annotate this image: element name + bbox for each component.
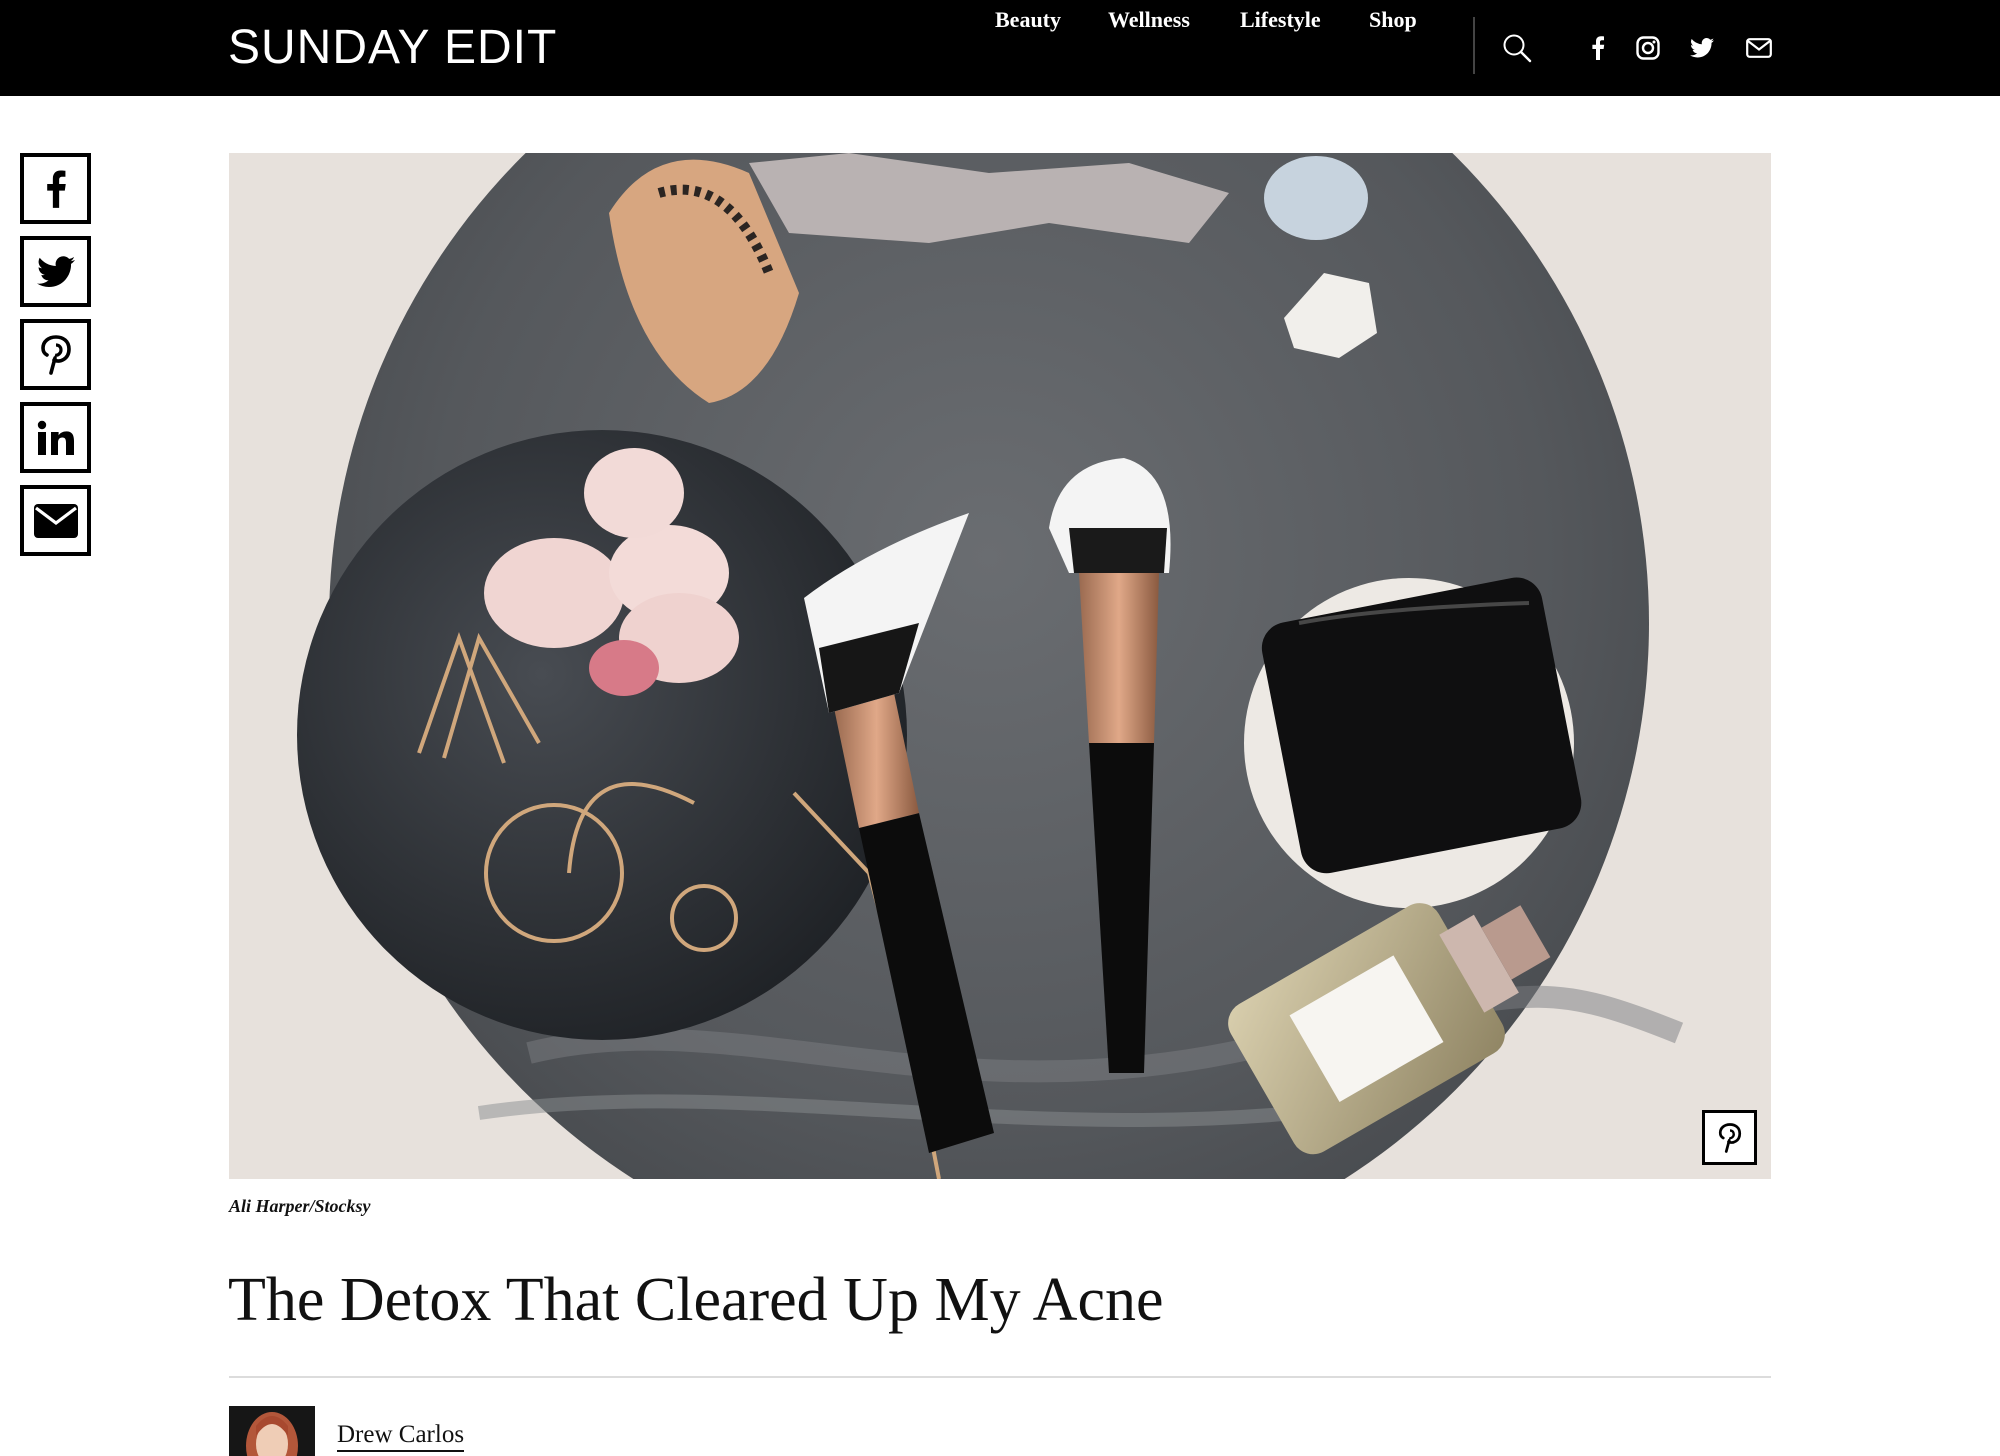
- share-twitter-button[interactable]: [20, 236, 91, 307]
- share-facebook-button[interactable]: [20, 153, 91, 224]
- share-pinterest-button[interactable]: [20, 319, 91, 390]
- compact: [1261, 577, 1582, 874]
- share-linkedin-button[interactable]: [20, 402, 91, 473]
- nav-item-shop[interactable]: Shop: [1369, 0, 1417, 40]
- hero-image: [229, 153, 1771, 1179]
- pinterest-icon: [40, 334, 71, 375]
- pinterest-icon: [1718, 1122, 1741, 1153]
- facebook-icon[interactable]: [1580, 30, 1616, 66]
- share-email-button[interactable]: [20, 485, 91, 556]
- nav-item-lifestyle[interactable]: Lifestyle: [1240, 0, 1321, 40]
- site-logo[interactable]: SUNDAY EDIT: [228, 20, 557, 76]
- stone-blue: [1264, 156, 1368, 240]
- hero-illustration: [297, 153, 1684, 1179]
- photo-credit: Ali Harper/Stocksy: [229, 1196, 371, 1216]
- hero-pin-button[interactable]: [1702, 1110, 1757, 1165]
- twitter-icon[interactable]: [1684, 30, 1720, 66]
- divider: [229, 1376, 1771, 1378]
- mail-icon[interactable]: [1741, 30, 1777, 66]
- instagram-icon[interactable]: [1630, 30, 1666, 66]
- mail-icon: [33, 503, 78, 538]
- author-avatar[interactable]: [229, 1406, 315, 1456]
- author-name-link[interactable]: Drew Carlos: [337, 1418, 465, 1452]
- search-icon[interactable]: [1499, 30, 1535, 66]
- site-header: SUNDAY EDIT Beauty Wellness Lifestyle Sh…: [0, 0, 2000, 96]
- nav-item-beauty[interactable]: Beauty: [995, 0, 1061, 40]
- twitter-icon: [36, 255, 75, 287]
- facebook-icon: [46, 169, 66, 208]
- nav-item-wellness[interactable]: Wellness: [1108, 0, 1190, 40]
- avatar-image: [229, 1406, 315, 1456]
- article-title: The Detox That Cleared Up My Acne: [228, 1266, 1164, 1334]
- header-divider: [1473, 17, 1475, 74]
- linkedin-icon: [37, 420, 74, 455]
